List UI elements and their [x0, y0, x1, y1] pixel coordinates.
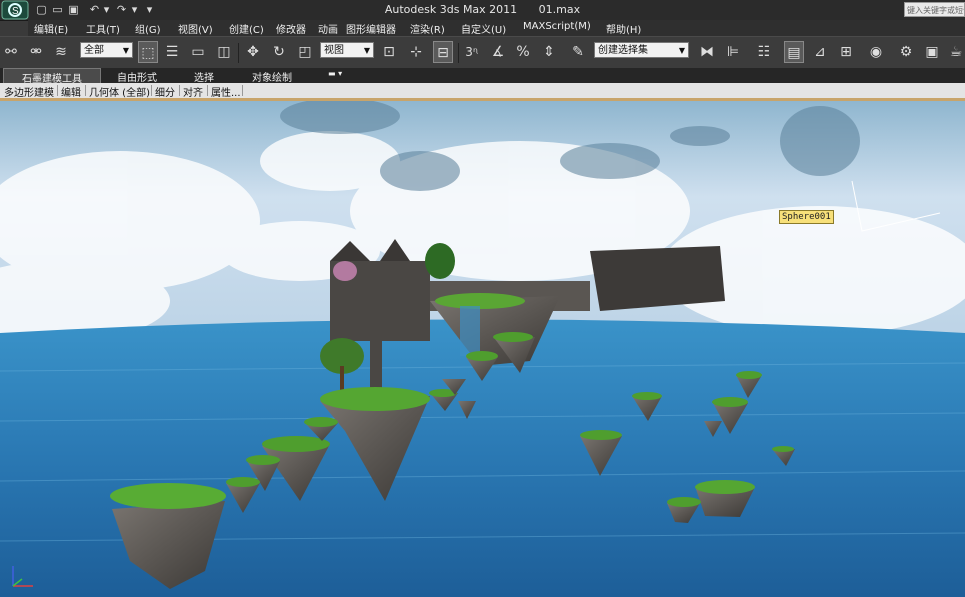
main-toolbar: ⚯ ⚮ ≋ 全部 ▼ ⬚ ☰ ▭ ◫ ✥ ↻ ◰ 视图 ▼ ⊡ ⊹ ⊟ 3ᶯ ∡ %… — [0, 36, 965, 69]
viewport-scene — [0, 101, 965, 597]
menu-modifiers[interactable]: 修改器 — [276, 21, 306, 36]
edit-named-selection-icon[interactable]: ✎ — [568, 41, 588, 63]
selection-filter-dropdown[interactable]: 全部 ▼ — [80, 42, 133, 58]
align-icon[interactable]: ⊫ — [723, 41, 743, 63]
ribbon-tab-bar: 石墨建模工具 自由形式 选择 对象绘制 ▬ ▾ — [0, 68, 965, 86]
ribbon-divider — [242, 85, 243, 96]
named-selection-dropdown[interactable]: 创建选择集 ▼ — [594, 42, 689, 58]
ribbon-divider — [151, 85, 152, 96]
window-title: Autodesk 3ds Max 2011 01.max — [0, 3, 965, 16]
reference-coordinate-value: 视图 — [324, 45, 344, 56]
ribbon-divider — [85, 85, 86, 96]
snap-dimension-label: 3 — [465, 45, 473, 59]
menu-help[interactable]: 帮助(H) — [606, 21, 641, 36]
chevron-down-icon: ▼ — [122, 46, 129, 55]
render-setup-icon[interactable]: ⚙ — [896, 41, 916, 63]
menu-create[interactable]: 创建(C) — [229, 21, 264, 36]
ribbon-options-icon[interactable]: ▬ ▾ — [328, 69, 342, 78]
panel-subdivision[interactable]: 细分 — [155, 84, 175, 99]
toolbar-divider — [458, 43, 459, 63]
window-crossing-icon[interactable]: ◫ — [214, 41, 234, 63]
menu-view[interactable]: 视图(V) — [178, 21, 213, 36]
chevron-down-icon: ▼ — [678, 46, 685, 55]
graphite-modeling-toggle-icon[interactable]: ▤ — [784, 41, 804, 63]
named-selection-value: 创建选择集 — [598, 45, 648, 56]
title-bar: S ▢ ▭ ▣ ↶ ▾ ↷ ▾ ▾ Autodesk 3ds Max 2011 … — [0, 0, 965, 21]
selection-filter-value: 全部 — [84, 45, 104, 56]
menu-graph-editors[interactable]: 图形编辑器 — [346, 21, 396, 36]
render-production-icon[interactable]: ☕ — [946, 41, 965, 63]
select-and-link-icon[interactable]: ⚯ — [1, 41, 21, 63]
ribbon-divider — [57, 85, 58, 96]
app-title: Autodesk 3ds Max 2011 — [384, 3, 518, 16]
ribbon-divider — [179, 85, 180, 96]
menu-rendering[interactable]: 渲染(R) — [410, 21, 445, 36]
menu-edit[interactable]: 编辑(E) — [34, 21, 68, 36]
unlink-icon[interactable]: ⚮ — [26, 41, 46, 63]
menu-animation[interactable]: 动画 — [318, 21, 338, 36]
menu-tools[interactable]: 工具(T) — [86, 21, 120, 36]
use-pivot-center-icon[interactable]: ⊡ — [379, 41, 399, 63]
angle-snap-icon[interactable]: ∡ — [488, 41, 508, 63]
search-input[interactable]: 键入关键字或短语 — [904, 2, 965, 17]
tab-object-paint[interactable]: 对象绘制 — [252, 69, 292, 84]
panel-edit[interactable]: 编辑 — [61, 84, 81, 99]
menu-customize[interactable]: 自定义(U) — [461, 21, 506, 36]
rectangular-selection-icon[interactable]: ▭ — [188, 41, 208, 63]
file-name: 01.max — [538, 3, 581, 16]
reference-coordinate-dropdown[interactable]: 视图 ▼ — [320, 42, 374, 58]
select-object-icon[interactable]: ⬚ — [138, 41, 158, 63]
select-and-manipulate-icon[interactable]: ⊹ — [406, 41, 426, 63]
selected-object-label[interactable]: Sphere001 — [779, 210, 834, 224]
rendered-frame-window-icon[interactable]: ▣ — [922, 41, 942, 63]
select-by-name-icon[interactable]: ☰ — [162, 41, 182, 63]
chevron-down-icon: ▼ — [363, 46, 370, 55]
panel-align[interactable]: 对齐 — [183, 84, 203, 99]
ribbon-panel-bar: 多边形建模 编辑 几何体 (全部) 细分 对齐 属性... — [0, 83, 965, 99]
keyboard-shortcut-override-icon[interactable]: ⊟ — [433, 41, 453, 63]
menu-maxscript[interactable]: MAXScript(M) — [523, 21, 591, 32]
select-and-scale-icon[interactable]: ◰ — [295, 41, 315, 63]
panel-polygon-modeling[interactable]: 多边形建模 — [4, 84, 54, 99]
spinner-snap-icon[interactable]: ⇕ — [539, 41, 559, 63]
world-axis-tripod-icon — [12, 566, 33, 587]
tab-selection[interactable]: 选择 — [194, 69, 214, 84]
panel-properties[interactable]: 属性... — [211, 84, 241, 99]
material-editor-icon[interactable]: ◉ — [866, 41, 886, 63]
panel-geometry-all[interactable]: 几何体 (全部) — [89, 84, 150, 99]
schematic-view-icon[interactable]: ⊞ — [836, 41, 856, 63]
perspective-viewport[interactable]: Sphere001 — [0, 101, 965, 597]
select-and-rotate-icon[interactable]: ↻ — [269, 41, 289, 63]
mirror-icon[interactable]: ⧓ — [697, 41, 717, 63]
select-and-move-icon[interactable]: ✥ — [243, 41, 263, 63]
menu-group[interactable]: 组(G) — [135, 21, 161, 36]
percent-snap-icon[interactable]: % — [513, 41, 533, 63]
bind-space-warp-icon[interactable]: ≋ — [51, 41, 71, 63]
curve-editor-icon[interactable]: ⊿ — [810, 41, 830, 63]
tab-freeform[interactable]: 自由形式 — [117, 69, 157, 84]
layer-manager-icon[interactable]: ☷ — [754, 41, 774, 63]
toolbar-divider — [238, 43, 239, 63]
snaps-toggle-icon[interactable]: 3ᶯ — [462, 41, 482, 63]
menu-bar: 编辑(E) 工具(T) 组(G) 视图(V) 创建(C) 修改器 动画 图形编辑… — [28, 20, 965, 36]
ribbon-divider — [207, 85, 208, 96]
